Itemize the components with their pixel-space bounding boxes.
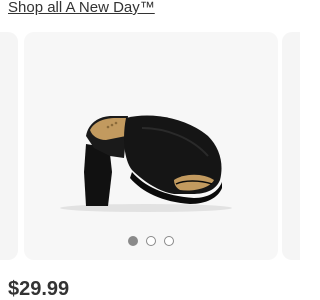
carousel-dot-1[interactable]: [128, 236, 138, 246]
next-slide-peek[interactable]: [282, 32, 300, 260]
carousel-pagination: [24, 236, 278, 250]
product-image-carousel[interactable]: [0, 32, 300, 260]
product-price: $29.99: [8, 278, 70, 300]
product-page: Shop all A New Day™ $29.99: [0, 0, 300, 300]
current-slide[interactable]: [24, 32, 278, 260]
carousel-dot-2[interactable]: [146, 236, 156, 246]
previous-slide-peek[interactable]: [0, 32, 18, 260]
product-image: [60, 115, 232, 212]
shop-brand-link[interactable]: Shop all A New Day™: [8, 0, 155, 16]
carousel-dot-3[interactable]: [164, 236, 174, 246]
